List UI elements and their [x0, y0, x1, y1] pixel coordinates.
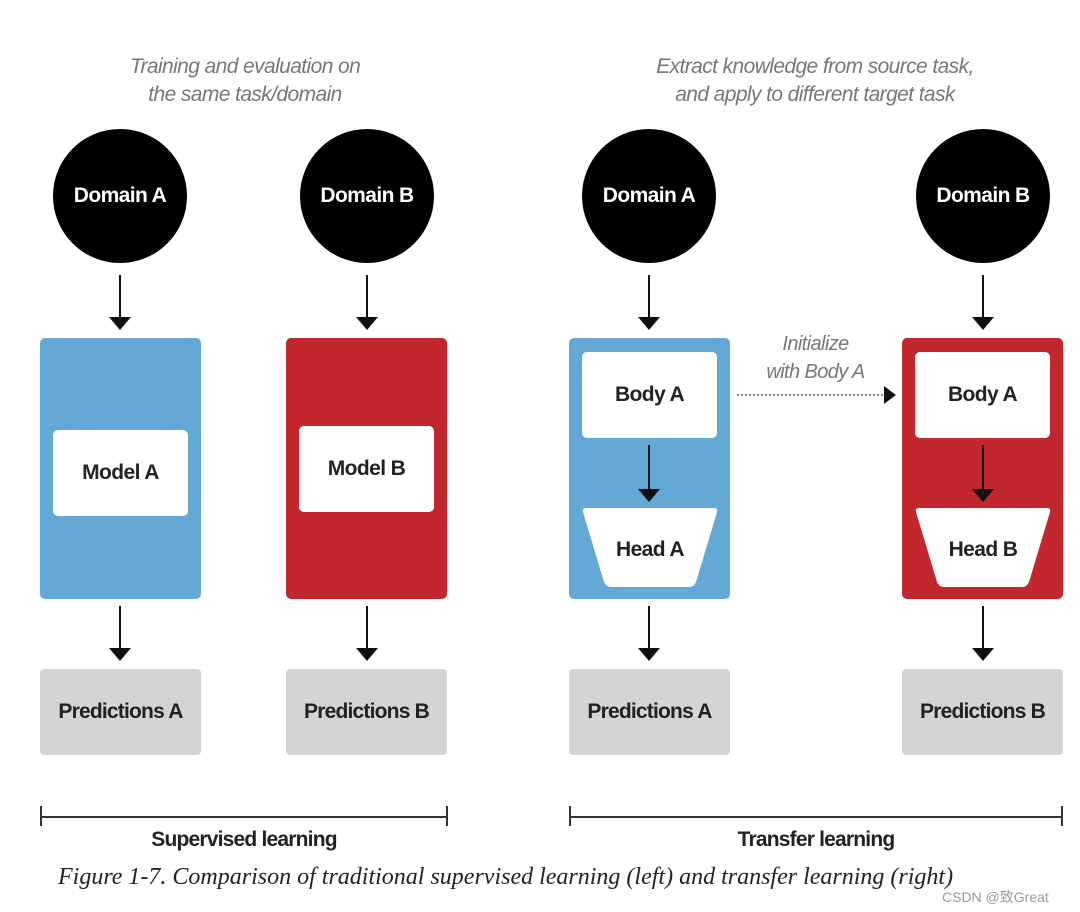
bracket-tick: [1061, 806, 1063, 826]
supervised-note-line1: Training and evaluation on: [129, 55, 361, 78]
initialize-dotted-line: [737, 394, 883, 396]
arrow-body-to-head-a: [648, 445, 650, 489]
supervised-bracket: [40, 816, 448, 818]
supervised-domain-b-node: Domain B: [300, 129, 434, 263]
body-a-label: Body A: [614, 383, 685, 406]
body-a-copy-label: Body A: [947, 383, 1018, 406]
predictions-label: Predictions A: [58, 700, 183, 723]
watermark: CSDN @致Great: [942, 889, 1049, 905]
arrowhead-icon: [972, 648, 994, 661]
head-a-label: Head A: [616, 538, 684, 561]
transfer-note: Extract knowledge from source task, and …: [620, 53, 1010, 109]
arrowhead-right-icon: [884, 386, 896, 404]
transfer-group-label: Transfer learning: [737, 828, 896, 851]
arrowhead-icon: [638, 489, 660, 502]
arrow-domain-to-body-b: [982, 275, 984, 317]
arrowhead-icon: [356, 317, 378, 330]
arrow-domain-to-model-b: [366, 275, 368, 317]
transfer-note-line2: and apply to different target task: [675, 83, 955, 106]
model-a-label: Model A: [82, 461, 159, 484]
arrowhead-icon: [109, 317, 131, 330]
arrowhead-icon: [638, 317, 660, 330]
arrow-body-to-head-b: [982, 445, 984, 489]
domain-label: Domain A: [602, 184, 696, 207]
head-b-shape: Head B: [915, 508, 1051, 587]
arrow-domain-to-body-a: [648, 275, 650, 317]
supervised-group-label: Supervised learning: [151, 828, 337, 851]
predictions-label: Predictions A: [587, 700, 712, 723]
arrow-model-to-predictions-b: [366, 606, 368, 648]
transfer-predictions-a: Predictions A: [569, 669, 730, 755]
transfer-domain-b-node: Domain B: [916, 129, 1050, 263]
domain-label: Domain A: [73, 184, 167, 207]
supervised-note: Training and evaluation on the same task…: [100, 53, 390, 109]
model-a-box: Model A: [53, 430, 188, 516]
predictions-label: Predictions B: [304, 700, 430, 723]
predictions-label: Predictions B: [920, 700, 1046, 723]
arrowhead-icon: [109, 648, 131, 661]
figure-caption: Figure 1-7. Comparison of traditional su…: [58, 864, 954, 890]
initialize-note: Initialize with Body A: [748, 330, 883, 386]
arrow-head-to-predictions-a: [648, 606, 650, 648]
supervised-note-line2: the same task/domain: [148, 83, 342, 106]
bracket-tick: [446, 806, 448, 826]
domain-label: Domain B: [936, 184, 1030, 207]
transfer-note-line1: Extract knowledge from source task,: [656, 55, 974, 78]
body-a-copy-box: Body A: [915, 352, 1050, 438]
arrowhead-icon: [356, 648, 378, 661]
head-b-label: Head B: [949, 538, 1018, 561]
arrow-domain-to-model-a: [119, 275, 121, 317]
supervised-predictions-a: Predictions A: [40, 669, 201, 755]
arrowhead-icon: [972, 317, 994, 330]
arrowhead-icon: [972, 489, 994, 502]
arrowhead-icon: [638, 648, 660, 661]
head-a-shape: Head A: [582, 508, 718, 587]
model-b-box: Model B: [299, 426, 434, 512]
body-a-box: Body A: [582, 352, 717, 438]
transfer-predictions-b: Predictions B: [902, 669, 1063, 755]
transfer-domain-a-node: Domain A: [582, 129, 716, 263]
model-b-label: Model B: [327, 457, 406, 480]
arrow-head-to-predictions-b: [982, 606, 984, 648]
arrow-model-to-predictions-a: [119, 606, 121, 648]
supervised-predictions-b: Predictions B: [286, 669, 447, 755]
supervised-domain-a-node: Domain A: [53, 129, 187, 263]
initialize-line2: with Body A: [766, 361, 865, 383]
transfer-bracket: [569, 816, 1063, 818]
initialize-line1: Initialize: [782, 333, 849, 355]
domain-label: Domain B: [320, 184, 414, 207]
